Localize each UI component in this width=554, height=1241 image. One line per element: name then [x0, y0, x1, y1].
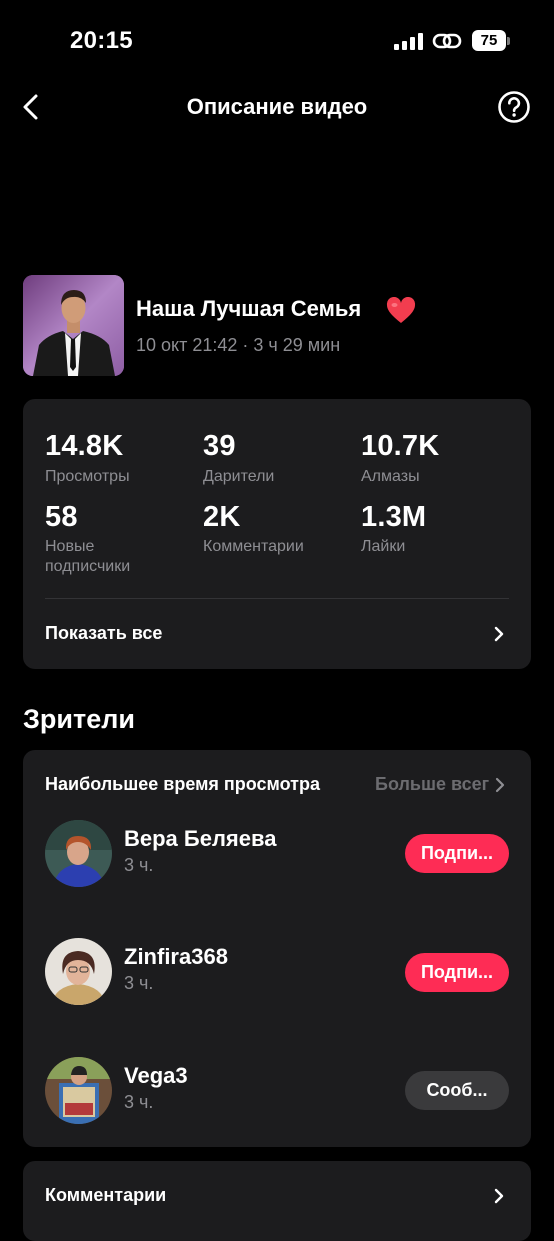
stat-likes-label: Лайки: [361, 538, 406, 555]
stat-new-followers-label: Новые подписчики: [45, 538, 131, 575]
viewer-avatar[interactable]: [45, 820, 112, 887]
viewers-more-link[interactable]: Больше всег: [375, 774, 493, 795]
viewer-watch-time: 3 ч.: [124, 855, 154, 875]
avatar-photo-icon: [45, 820, 112, 887]
signal-icon: [394, 33, 424, 50]
heart-icon: [386, 297, 416, 323]
battery-icon: 75: [472, 30, 506, 51]
stat-views-value: 14.8K: [45, 430, 124, 462]
viewers-heading: Наибольшее время просмотра: [45, 774, 321, 794]
follow-button[interactable]: Подпи...: [405, 834, 509, 873]
stat-likes-value: 1.3M: [361, 501, 427, 533]
video-date-duration: 10 окт 21:42 · 3 ч 29 мин: [136, 335, 341, 355]
link-icon: [432, 33, 462, 49]
status-time: 20:15: [70, 27, 133, 54]
avatar-photo-icon: [45, 1057, 112, 1124]
video-thumbnail[interactable]: [23, 275, 124, 376]
person-silhouette-icon: [23, 275, 124, 376]
show-all-button[interactable]: Показать все: [45, 623, 162, 644]
viewer-avatar[interactable]: [45, 1057, 112, 1124]
stat-diamonds-label: Алмазы: [361, 468, 420, 485]
viewers-section-title: Зрители: [23, 704, 135, 734]
video-title: Наша Лучшая Семья: [136, 296, 362, 321]
page-title: Описание видео: [186, 94, 368, 119]
stat-views-label: Просмотры: [45, 468, 130, 485]
chevron-right-icon[interactable]: [493, 625, 505, 643]
viewer-watch-time: 3 ч.: [124, 1092, 154, 1112]
message-button[interactable]: Сооб...: [405, 1071, 509, 1110]
stat-diamonds-value: 10.7K: [361, 430, 440, 462]
stat-comments-label: Комментарии: [203, 538, 304, 555]
stat-comments-value: 2K: [203, 501, 241, 533]
avatar-photo-icon: [45, 938, 112, 1005]
viewer-name[interactable]: Vega3: [124, 1063, 188, 1089]
stat-gifters-label: Дарители: [203, 468, 275, 485]
viewer-name[interactable]: Вера Беляева: [124, 826, 276, 852]
help-icon[interactable]: [497, 90, 531, 124]
stat-gifters-value: 39: [203, 430, 236, 462]
comments-title: Комментарии: [45, 1185, 167, 1205]
chevron-right-icon[interactable]: [493, 1187, 505, 1205]
chevron-right-icon[interactable]: [494, 776, 506, 794]
viewer-name[interactable]: Zinfira368: [124, 944, 228, 970]
viewer-avatar[interactable]: [45, 938, 112, 1005]
follow-button[interactable]: Подпи...: [405, 953, 509, 992]
battery-tip: [507, 37, 510, 45]
viewer-watch-time: 3 ч.: [124, 973, 154, 993]
stat-new-followers-value: 58: [45, 501, 78, 533]
stats-divider: [45, 598, 509, 599]
